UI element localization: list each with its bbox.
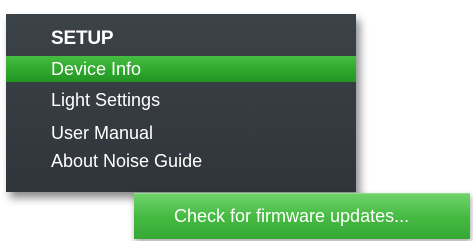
menu-item-user-manual[interactable]: User Manual — [6, 120, 356, 146]
menu-item-label: About Noise Guide — [51, 151, 203, 171]
check-firmware-updates-label: Check for firmware updates... — [174, 206, 410, 226]
setup-menu-heading: SETUP — [51, 28, 114, 49]
check-firmware-updates-button[interactable]: Check for firmware updates... — [134, 193, 470, 239]
menu-item-light-settings[interactable]: Light Settings — [6, 87, 356, 113]
menu-item-label: Device Info — [51, 59, 142, 79]
menu-item-about-noise-guide[interactable]: About Noise Guide — [6, 148, 356, 174]
menu-item-label: User Manual — [51, 123, 154, 143]
menu-item-device-info[interactable]: Device Info — [6, 56, 356, 82]
setup-menu-panel: SETUP Device Info Light Settings User Ma… — [6, 14, 356, 192]
menu-item-label: Light Settings — [51, 90, 161, 110]
